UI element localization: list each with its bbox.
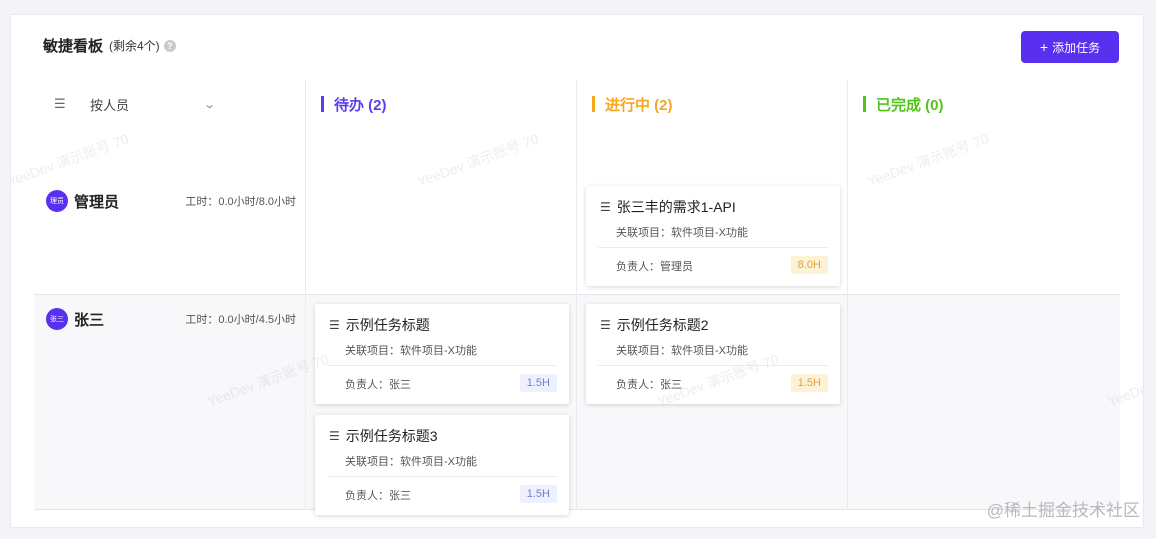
card-title-row: ☰ 示例任务标题2: [600, 315, 709, 335]
add-task-button[interactable]: + 添加任务: [1021, 31, 1119, 63]
card-divider: [327, 365, 557, 366]
row-divider: [34, 294, 1120, 295]
card-title: 示例任务标题3: [345, 428, 438, 444]
card-project: 关联项目：软件项目-X功能: [616, 345, 748, 357]
status-color-bar: [863, 96, 866, 112]
footer-brand: @稀土掘金技术社区: [986, 501, 1140, 520]
column-title: 待办 (2): [334, 96, 387, 114]
remaining-count: (剩余4个): [109, 39, 160, 53]
list-icon: ☰: [54, 96, 66, 111]
status-color-bar: [592, 96, 595, 112]
user-name: 管理员: [74, 193, 120, 211]
card-owner: 负责人：张三: [345, 490, 411, 502]
hours-badge: 1.5H: [790, 374, 828, 392]
card-title-row: ☰ 示例任务标题3: [329, 426, 438, 446]
task-card[interactable]: ☰ 示例任务标题3 关联项目：软件项目-X功能 负责人：张三 1.5H: [315, 415, 569, 515]
card-divider: [598, 247, 828, 248]
hours-badge: 8.0H: [790, 256, 828, 274]
column-title: 已完成 (0): [876, 96, 944, 114]
hours-badge: 1.5H: [519, 485, 557, 503]
column-divider: [576, 80, 577, 510]
chevron-down-icon: ⌄: [202, 98, 216, 111]
kanban-board: ☰ 按人员 ⌄ 待办 (2) 进行中 (2) 已完成 (0) 理员 管理员 工时…: [11, 80, 1143, 515]
card-title: 张三丰的需求1-API: [616, 199, 736, 215]
card-title-row: ☰ 张三丰的需求1-API: [600, 197, 736, 217]
question-circle-icon[interactable]: ?: [163, 39, 176, 52]
page-title: 敏捷看板: [43, 38, 104, 55]
column-header-in-progress: 进行中 (2): [592, 80, 673, 128]
row-divider: [34, 509, 1120, 510]
user-cell-zhangsan: 张三 张三 工时：0.0小时/4.5小时: [46, 308, 296, 330]
plus-icon: +: [1039, 39, 1049, 55]
add-task-label: 添加任务: [1052, 40, 1101, 55]
avatar: 理员: [46, 190, 68, 212]
column-title: 进行中 (2): [605, 96, 673, 114]
group-by-select[interactable]: ☰ 按人员 ⌄: [54, 80, 216, 128]
column-header-done: 已完成 (0): [863, 80, 944, 128]
task-card[interactable]: ☰ 示例任务标题 关联项目：软件项目-X功能 负责人：张三 1.5H: [315, 304, 569, 404]
user-cell-admin: 理员 管理员 工时：0.0小时/8.0小时: [46, 190, 296, 212]
menu-icon: ☰: [329, 429, 340, 443]
card-title: 示例任务标题: [345, 317, 430, 333]
column-header-todo: 待办 (2): [321, 80, 387, 128]
work-hours: 工时：0.0小时/8.0小时: [185, 196, 296, 208]
card-title-row: ☰ 示例任务标题: [329, 315, 430, 335]
board-title: 敏捷看板 (剩余4个) ?: [43, 35, 176, 56]
status-color-bar: [321, 96, 324, 112]
card-project: 关联项目：软件项目-X功能: [345, 456, 477, 468]
group-by-label: 按人员: [90, 97, 130, 113]
card-divider: [327, 476, 557, 477]
card-title: 示例任务标题2: [616, 317, 709, 333]
card-divider: [598, 365, 828, 366]
menu-icon: ☰: [600, 200, 611, 214]
task-card[interactable]: ☰ 张三丰的需求1-API 关联项目：软件项目-X功能 负责人：管理员 8.0H: [586, 186, 840, 286]
menu-icon: ☰: [329, 318, 340, 332]
menu-icon: ☰: [600, 318, 611, 332]
column-divider: [305, 80, 306, 510]
avatar: 张三: [46, 308, 68, 330]
work-hours: 工时：0.0小时/4.5小时: [185, 314, 296, 326]
user-name: 张三: [74, 311, 105, 329]
card-owner: 负责人：管理员: [616, 261, 693, 273]
card-owner: 负责人：张三: [345, 379, 411, 391]
kanban-panel: 敏捷看板 (剩余4个) ? + 添加任务 ☰ 按人员 ⌄ 待办 (2) 进行中 …: [10, 14, 1144, 528]
column-divider: [847, 80, 848, 510]
card-project: 关联项目：软件项目-X功能: [345, 345, 477, 357]
card-project: 关联项目：软件项目-X功能: [616, 227, 748, 239]
hours-badge: 1.5H: [519, 374, 557, 392]
